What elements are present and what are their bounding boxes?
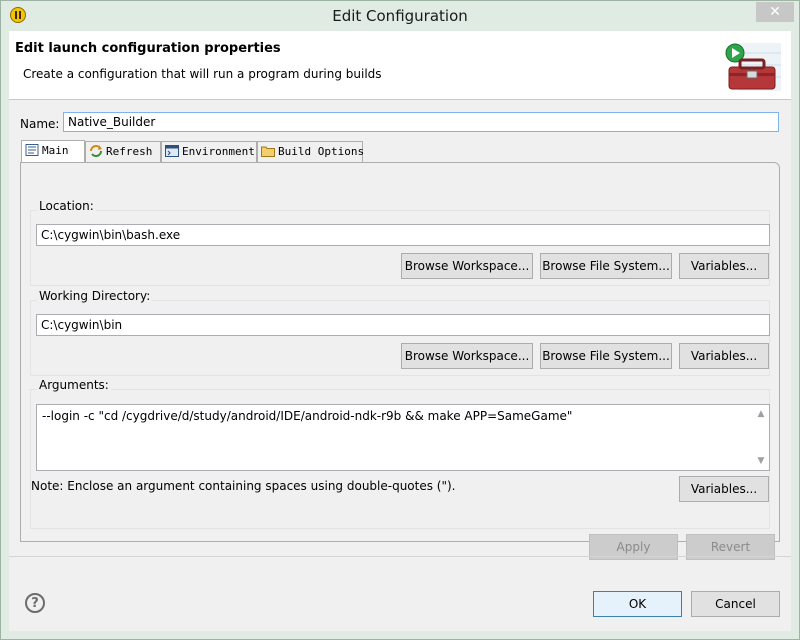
working-directory-field[interactable]: C:\cygwin\bin [36, 314, 770, 336]
tab-label: Environment [182, 145, 255, 158]
ok-button[interactable]: OK [593, 591, 682, 617]
scroll-down-icon[interactable]: ▼ [755, 455, 767, 467]
arguments-group: Arguments: --login -c "cd /cygdrive/d/st… [30, 378, 770, 529]
help-icon[interactable]: ? [25, 593, 45, 613]
working-directory-browse-workspace-button[interactable]: Browse Workspace... [401, 343, 533, 369]
tab-refresh[interactable]: Refresh [85, 141, 161, 162]
tab-main[interactable]: Main [21, 140, 85, 163]
arguments-textarea[interactable]: --login -c "cd /cygdrive/d/study/android… [36, 404, 770, 471]
environment-icon [165, 145, 179, 157]
working-directory-browse-file-system-button[interactable]: Browse File System... [540, 343, 672, 369]
name-label: Name: [20, 117, 60, 131]
main-tab-icon [25, 144, 39, 156]
dialog-body: Edit launch configuration properties Cre… [9, 31, 791, 631]
scroll-up-icon[interactable]: ▲ [755, 408, 767, 420]
working-directory-group: Working Directory: C:\cygwin\bin Browse … [30, 289, 770, 376]
location-group: Location: C:\cygwin\bin\bash.exe Browse … [30, 199, 770, 286]
location-label: Location: [37, 199, 96, 213]
arguments-text: --login -c "cd /cygdrive/d/study/android… [42, 409, 573, 423]
tab-build-options[interactable]: Build Options [257, 141, 365, 162]
window-title: Edit Configuration [332, 7, 468, 25]
location-browse-workspace-button[interactable]: Browse Workspace... [401, 253, 533, 279]
location-variables-button[interactable]: Variables... [679, 253, 769, 279]
working-directory-label: Working Directory: [37, 289, 153, 303]
tab-label: Main [42, 144, 69, 157]
tab-label: Refresh [106, 145, 153, 158]
header-title: Edit launch configuration properties [15, 41, 281, 56]
location-field[interactable]: C:\cygwin\bin\bash.exe [36, 224, 770, 246]
tab-environment[interactable]: Environment [161, 141, 257, 162]
build-options-icon [261, 146, 275, 157]
header-description: Create a configuration that will run a p… [23, 67, 382, 81]
name-field[interactable] [63, 112, 779, 132]
tab-label: Build Options [278, 145, 365, 158]
edit-configuration-dialog: Edit Configuration ✕ Edit launch configu… [0, 0, 800, 640]
title-bar[interactable]: Edit Configuration ✕ [1, 1, 799, 31]
cancel-button[interactable]: Cancel [691, 591, 780, 617]
arguments-label: Arguments: [37, 378, 111, 392]
dialog-header: Edit launch configuration properties Cre… [9, 31, 791, 100]
arguments-note: Note: Enclose an argument containing spa… [31, 479, 456, 493]
toolbox-run-icon [725, 43, 781, 91]
footer-separator [9, 556, 791, 557]
refresh-icon [90, 145, 102, 157]
arguments-variables-button[interactable]: Variables... [679, 476, 769, 502]
location-browse-file-system-button[interactable]: Browse File System... [540, 253, 672, 279]
close-button[interactable]: ✕ [756, 2, 794, 22]
working-directory-variables-button[interactable]: Variables... [679, 343, 769, 369]
